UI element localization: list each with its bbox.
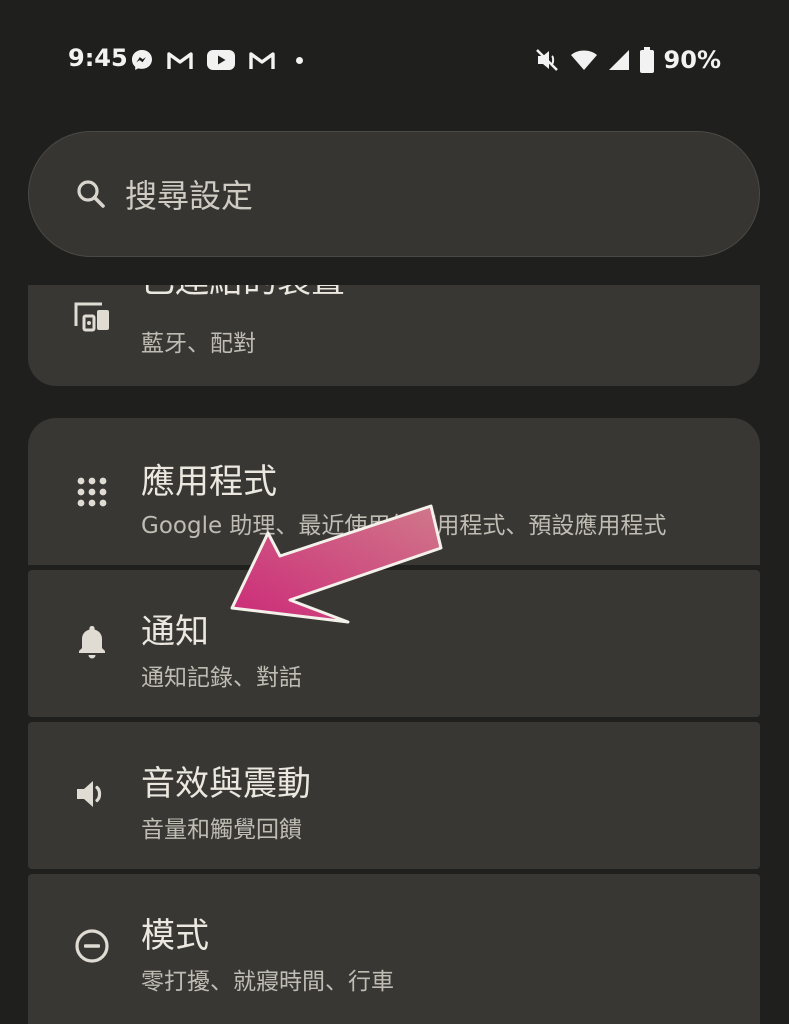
settings-item-subtitle: 藍牙、配對: [141, 331, 256, 357]
settings-item-title: 通知: [141, 612, 209, 652]
search-placeholder: 搜尋設定: [125, 177, 254, 215]
mute-icon: [535, 49, 558, 71]
do-not-disturb-icon: [72, 926, 112, 966]
wifi-icon: [570, 50, 597, 70]
cell-signal-icon: [608, 50, 629, 70]
settings-item-title: 音效與震動: [141, 764, 311, 804]
messenger-icon: [132, 50, 152, 70]
settings-item-connected-devices[interactable]: 已連結的裝置 藍牙、配對: [28, 285, 760, 386]
settings-item-subtitle: 零打擾、就寢時間、行車: [141, 969, 394, 995]
devices-icon: [72, 295, 112, 335]
search-bar[interactable]: 搜尋設定: [28, 131, 760, 257]
settings-item-subtitle: 通知記錄、對話: [141, 665, 302, 691]
settings-item-notifications[interactable]: 通知 通知記錄、對話: [28, 570, 760, 717]
settings-item-title: 模式: [141, 916, 209, 956]
settings-item-subtitle: 音量和觸覺回饋: [141, 817, 302, 843]
search-icon: [77, 180, 105, 208]
notification-dot-icon: [296, 56, 303, 64]
apps-grid-icon: [72, 472, 112, 512]
settings-item-title: 已連結的裝置: [141, 285, 345, 302]
settings-item-modes[interactable]: 模式 零打擾、就寢時間、行車: [28, 874, 760, 1024]
gmail-icon: [167, 52, 193, 69]
settings-item-sound[interactable]: 音效與震動 音量和觸覺回饋: [28, 722, 760, 869]
status-bar: 9:45 90%: [0, 0, 789, 120]
bell-icon: [72, 622, 112, 662]
speaker-icon: [72, 774, 112, 814]
battery-percentage: 90%: [663, 46, 721, 74]
settings-item-title: 應用程式: [141, 462, 277, 502]
clock: 9:45: [68, 44, 128, 72]
battery-icon: [639, 47, 654, 73]
settings-item-apps[interactable]: 應用程式 Google 助理、最近使用的應用程式、預設應用程式: [28, 418, 760, 565]
settings-list[interactable]: 已連結的裝置 藍牙、配對 應用程式 Google 助理、最近使用的應用程式、預設…: [0, 285, 789, 1024]
youtube-icon: [207, 50, 235, 70]
settings-item-subtitle: Google 助理、最近使用的應用程式、預設應用程式: [141, 513, 667, 539]
gmail-icon: [249, 52, 275, 69]
